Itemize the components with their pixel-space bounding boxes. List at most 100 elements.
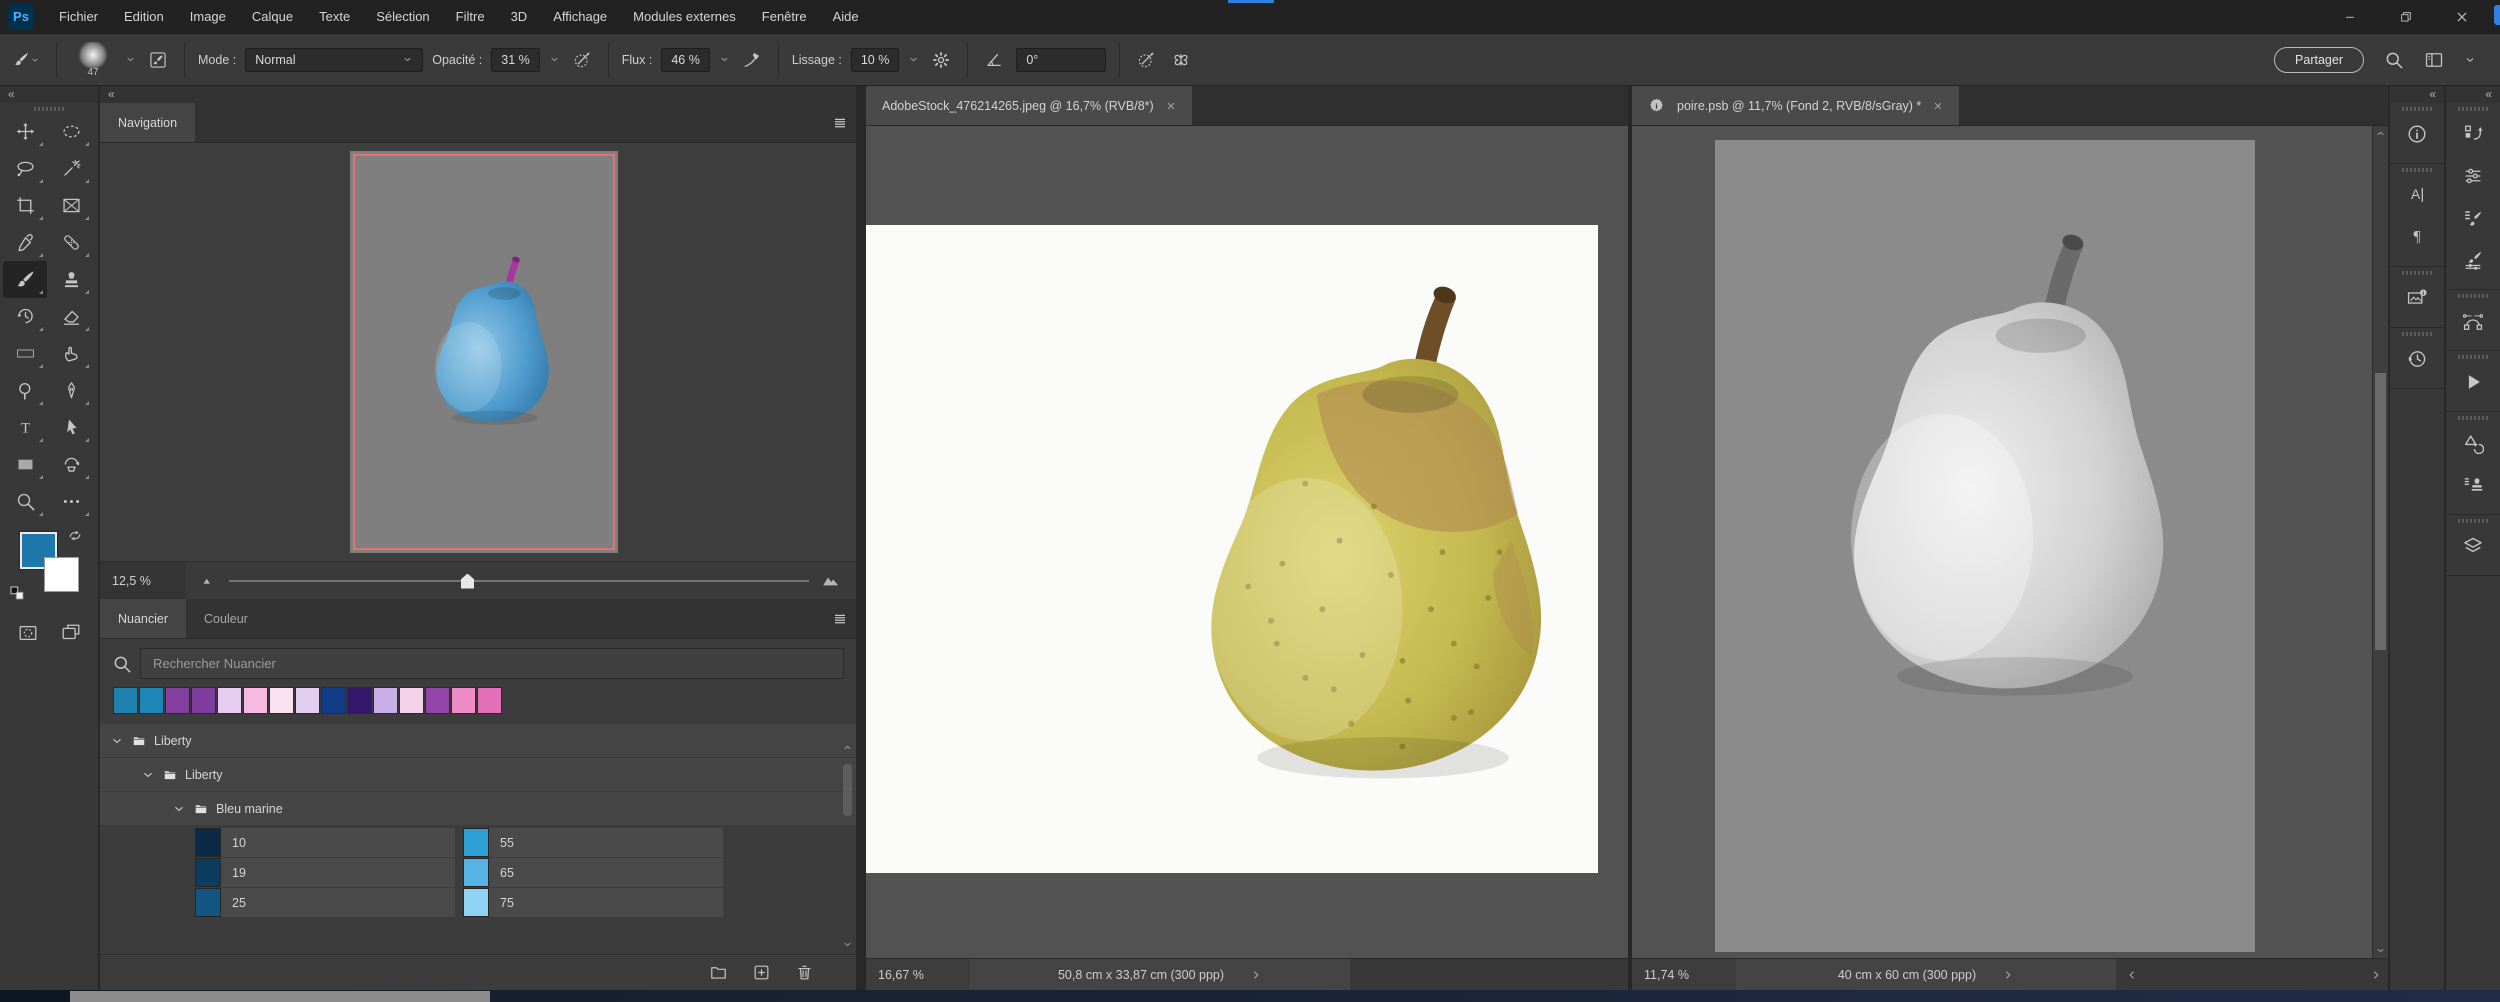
panel-grip[interactable] (2402, 332, 2432, 336)
document-tab[interactable]: poire.psb @ 11,7% (Fond 2, RVB/8/sGray) … (1632, 86, 1960, 125)
type-tool[interactable] (3, 409, 47, 446)
share-button[interactable]: Partager (2274, 46, 2364, 73)
menu-s-lection[interactable]: Sélection (365, 4, 440, 29)
tab-navigator[interactable]: Navigation (100, 103, 196, 142)
canvas-area[interactable] (1632, 126, 2371, 958)
scrollbar-thumb[interactable] (843, 764, 852, 816)
chevron-down-icon[interactable] (549, 54, 560, 65)
close-button[interactable] (2434, 0, 2490, 34)
navigator-zoom-field[interactable]: 12,5 % (100, 562, 186, 599)
panel-menu-icon[interactable] (832, 611, 848, 627)
panel-icon-paths[interactable] (2446, 300, 2500, 342)
panel-icon-libraries[interactable] (2390, 277, 2444, 319)
collapse-tools-icon[interactable]: « (0, 86, 98, 103)
swatch-chip[interactable] (191, 687, 216, 714)
opacity-field[interactable]: 31 % (491, 47, 540, 72)
brush-preset-picker[interactable]: 47 (70, 41, 116, 78)
symmetry-butterfly-button[interactable] (1168, 47, 1194, 73)
status-zoom-field[interactable]: 11,74 % (1632, 959, 1736, 990)
panel-icon-layers[interactable] (2446, 525, 2500, 567)
marquee-tool[interactable] (49, 113, 93, 150)
panel-icon-history[interactable] (2390, 338, 2444, 380)
scroll-down-icon[interactable] (842, 939, 853, 950)
tool-preset-picker[interactable] (10, 48, 43, 71)
swatch-chip[interactable] (269, 687, 294, 714)
magic-wand-tool[interactable] (49, 150, 93, 187)
toggle-brush-settings-button[interactable] (145, 47, 171, 73)
swatch-chip[interactable] (243, 687, 268, 714)
panel-icon-brushes[interactable] (2446, 197, 2500, 239)
rotate-view-tool[interactable] (49, 446, 93, 483)
zoom-tool[interactable] (3, 483, 47, 520)
document-canvas[interactable] (1715, 140, 2255, 952)
zoom-out-icon[interactable] (200, 572, 217, 589)
menu-filtre[interactable]: Filtre (445, 4, 496, 29)
tab-close-icon[interactable] (1933, 101, 1943, 111)
collapse-dock-icon[interactable]: « (2390, 86, 2444, 103)
frame-tool[interactable] (49, 187, 93, 224)
status-chevron-icon[interactable] (2002, 969, 2014, 981)
chevron-down-icon[interactable] (125, 54, 136, 65)
swatch-search-box[interactable] (140, 648, 844, 679)
background-color-chip[interactable] (44, 557, 79, 592)
delete-swatch-icon[interactable] (795, 963, 814, 982)
panel-icon-layer-comps[interactable] (2446, 113, 2500, 155)
swatch-chip[interactable] (425, 687, 450, 714)
swatch-chip[interactable] (113, 687, 138, 714)
panel-grip[interactable] (34, 107, 64, 111)
menu-edition[interactable]: Edition (113, 4, 175, 29)
swatch-chip[interactable] (399, 687, 424, 714)
eraser-tool[interactable] (49, 298, 93, 335)
panel-grip[interactable] (2402, 168, 2432, 172)
path-selection-tool[interactable] (49, 409, 93, 446)
flow-field[interactable]: 46 % (661, 47, 710, 72)
navigator-proxy-view[interactable] (353, 154, 615, 550)
swatch-item-55[interactable]: 55 (463, 828, 723, 857)
panel-grip[interactable] (2402, 107, 2432, 111)
swatch-item-10[interactable]: 10 (195, 828, 455, 857)
healing-brush-tool[interactable] (49, 224, 93, 261)
chevron-down-icon[interactable] (110, 734, 124, 748)
airbrush-button[interactable] (739, 47, 765, 73)
menu-fichier[interactable]: Fichier (48, 4, 109, 29)
default-colors-icon[interactable] (8, 584, 26, 602)
new-group-icon[interactable] (709, 963, 728, 982)
minimize-button[interactable] (2322, 0, 2378, 34)
chevron-down-icon[interactable] (2464, 54, 2476, 66)
panel-grip[interactable] (2458, 519, 2488, 523)
status-dimensions[interactable]: 50,8 cm x 33,87 cm (300 ppp) (970, 959, 1350, 990)
menu-fen-tre[interactable]: Fenêtre (751, 4, 818, 29)
chevron-down-icon[interactable] (908, 54, 919, 65)
panel-icon-shapes[interactable] (2446, 422, 2500, 464)
swatch-chip[interactable] (451, 687, 476, 714)
swatch-chip[interactable] (373, 687, 398, 714)
mode-select[interactable]: Normal (245, 47, 424, 72)
swatch-chip[interactable] (217, 687, 242, 714)
search-icon[interactable] (2384, 50, 2404, 70)
swatch-item-25[interactable]: 25 (195, 888, 455, 917)
slider-thumb[interactable] (461, 573, 474, 589)
smudge-tool[interactable] (49, 335, 93, 372)
swatch-chip[interactable] (165, 687, 190, 714)
vertical-scrollbar[interactable] (2372, 126, 2388, 958)
swatch-item-75[interactable]: 75 (463, 888, 723, 917)
panel-icon-clone-source[interactable] (2446, 464, 2500, 506)
swatch-chip[interactable] (295, 687, 320, 714)
tab-close-icon[interactable] (1166, 101, 1176, 111)
status-zoom-field[interactable]: 16,67 % (866, 959, 970, 990)
history-brush-tool[interactable] (3, 298, 47, 335)
panel-menu-icon[interactable] (832, 115, 848, 131)
menu-image[interactable]: Image (179, 4, 237, 29)
clone-stamp-tool[interactable] (49, 261, 93, 298)
swatch-group-bleu-marine[interactable]: Bleu marine (100, 792, 856, 825)
scroll-up-icon[interactable] (842, 742, 853, 753)
brush-tool[interactable] (3, 261, 47, 298)
swatch-group-liberty[interactable]: Liberty (100, 724, 856, 757)
panel-icon-info[interactable] (2390, 113, 2444, 155)
swap-colors-icon[interactable] (66, 530, 84, 548)
pen-tool[interactable] (49, 372, 93, 409)
scroll-left-icon[interactable] (2126, 969, 2138, 981)
edit-toolbar-tool[interactable] (49, 483, 93, 520)
chevron-down-icon[interactable] (172, 802, 186, 816)
panel-grip[interactable] (2458, 416, 2488, 420)
